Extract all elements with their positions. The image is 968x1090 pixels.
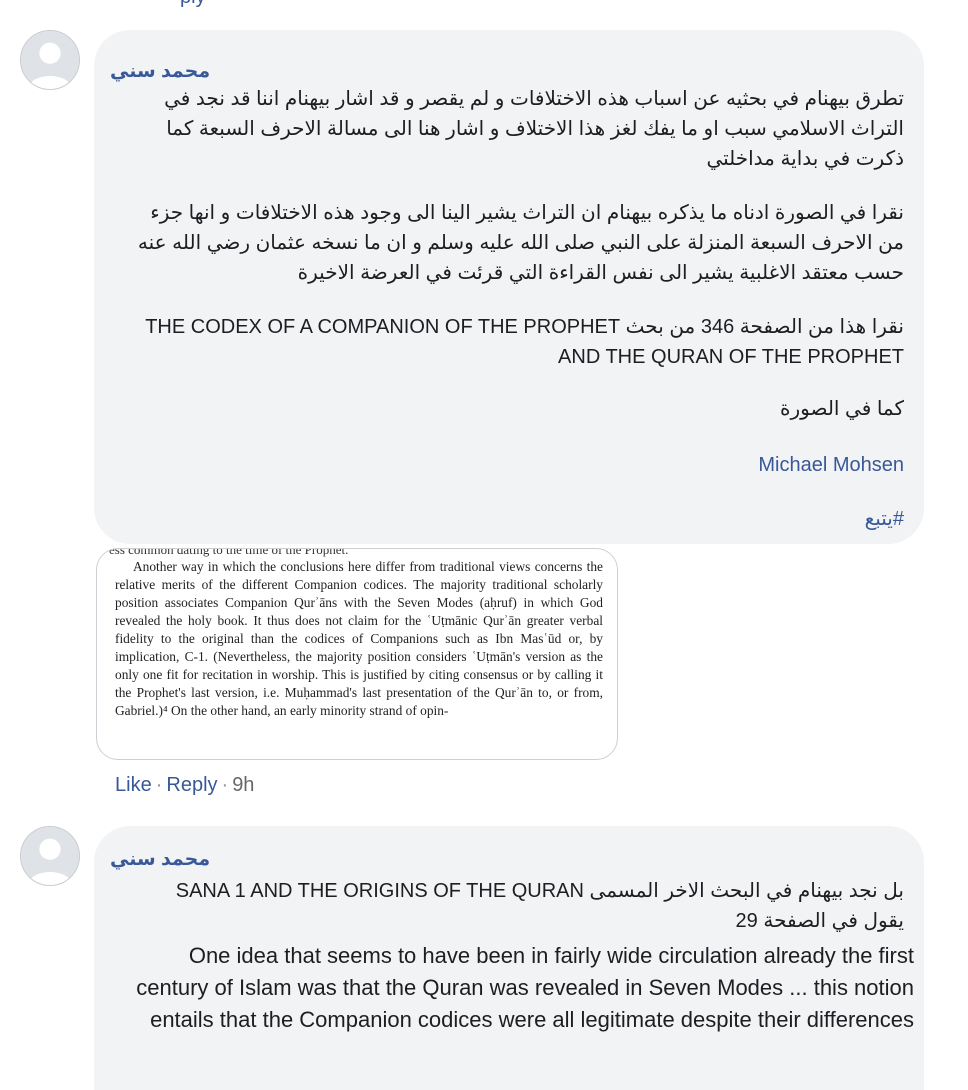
image-text: Another way in which the conclusions her… — [115, 559, 603, 718]
image-cut-line: ess common dating to the time of the Pro… — [109, 548, 349, 557]
comment-author[interactable]: محمد سني — [110, 60, 210, 83]
avatar[interactable] — [20, 30, 80, 90]
separator: · — [221, 774, 229, 796]
comment-bubble: محمد سني تطرق بيهنام في بحثيه عن اسباب ه… — [94, 30, 924, 544]
comment-actions: Like · Reply · 9h — [115, 774, 254, 797]
comment-paragraph: نقرا هذا من الصفحة 346 من بحث THE CODEX … — [145, 316, 904, 368]
avatar[interactable] — [20, 826, 80, 886]
default-user-icon — [21, 31, 79, 89]
timestamp[interactable]: 9h — [232, 774, 254, 796]
previous-reply-fragment[interactable]: ply — [180, 0, 206, 9]
reply-link[interactable]: Reply — [166, 774, 217, 796]
like-link[interactable]: Like — [115, 774, 152, 796]
comment-paragraph: كما في الصورة — [780, 398, 904, 420]
comment-paragraph: تطرق بيهنام في بحثيه عن اسباب هذه الاختل… — [164, 88, 904, 170]
comment-paragraph: بل نجد بيهنام في البحث الاخر المسمى SANA… — [175, 880, 904, 932]
default-user-icon — [21, 827, 79, 885]
attached-image[interactable]: ess common dating to the time of the Pro… — [96, 548, 618, 760]
separator: · — [155, 774, 163, 796]
comment-bubble: محمد سني بل نجد بيهنام في البحث الاخر ال… — [94, 826, 924, 1090]
comment-quote: One idea that seems to have been in fair… — [136, 943, 914, 1032]
comment-paragraph: نقرا في الصورة ادناه ما يذكره بيهنام ان … — [137, 202, 904, 284]
comment-author[interactable]: محمد سني — [110, 848, 210, 871]
hashtag-link[interactable]: #يتبع — [124, 504, 904, 534]
mention-link[interactable]: Michael Mohsen — [124, 450, 904, 480]
